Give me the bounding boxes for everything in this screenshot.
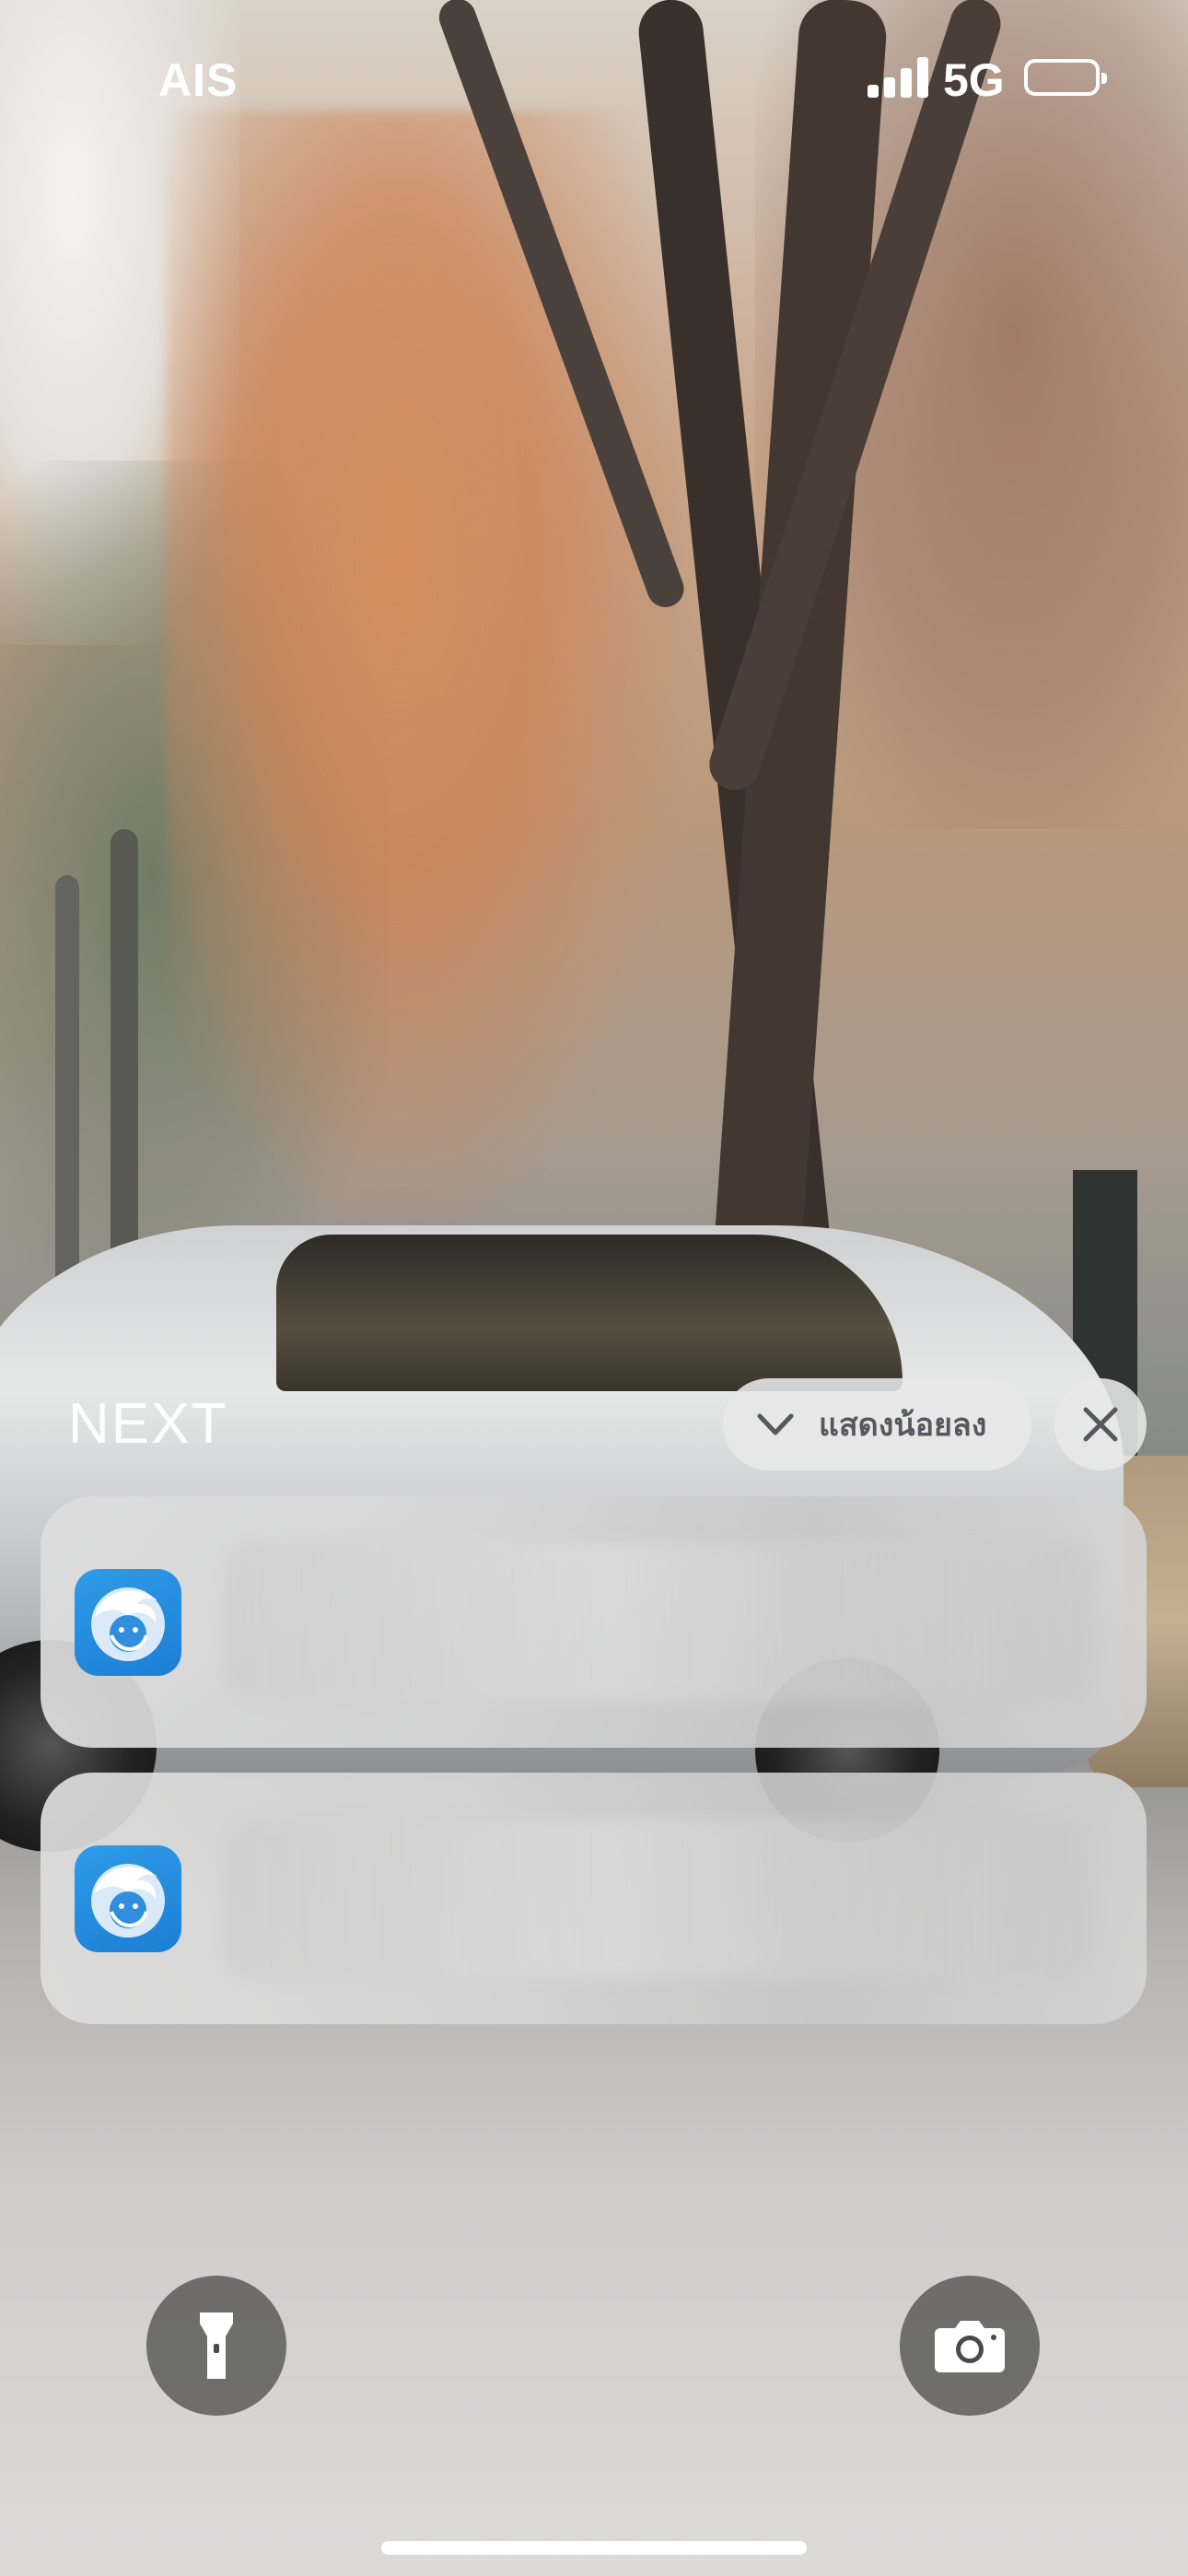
- status-bar: AIS 5G: [0, 0, 1188, 157]
- cellular-signal-icon: [868, 57, 932, 98]
- flashlight-icon: [200, 2313, 233, 2379]
- bank-app-icon: [75, 1569, 181, 1676]
- home-indicator[interactable]: [381, 2541, 807, 2555]
- carrier-name: AIS: [158, 54, 239, 106]
- battery-icon: [1024, 59, 1107, 96]
- bank-app-icon: [75, 1845, 181, 1952]
- camera-button[interactable]: [900, 2276, 1040, 2416]
- show-less-button[interactable]: แสดงน้อยลง: [723, 1378, 1031, 1470]
- notification-group-label: NEXT: [68, 1392, 228, 1456]
- wallpaper: [0, 0, 1188, 2576]
- wallpaper-autumn-foliage: [166, 111, 681, 1216]
- notification-content-redacted: [225, 1819, 1090, 1978]
- notification-content-redacted: [225, 1542, 1090, 1702]
- lock-screen: AIS 5G NEXT แสดงน้อยลง: [0, 0, 1188, 2576]
- camera-icon: [935, 2321, 1005, 2372]
- flashlight-button[interactable]: [146, 2276, 286, 2416]
- wallpaper-car-windshield: [276, 1235, 903, 1391]
- network-type-label: 5G: [943, 54, 1005, 106]
- chevron-down-icon: [757, 1413, 794, 1435]
- notification-card[interactable]: [41, 1773, 1147, 2024]
- notification-card[interactable]: [41, 1496, 1147, 1748]
- close-icon: [1083, 1407, 1118, 1442]
- clear-notifications-button[interactable]: [1054, 1378, 1147, 1470]
- show-less-label: แสดงน้อยลง: [819, 1407, 987, 1444]
